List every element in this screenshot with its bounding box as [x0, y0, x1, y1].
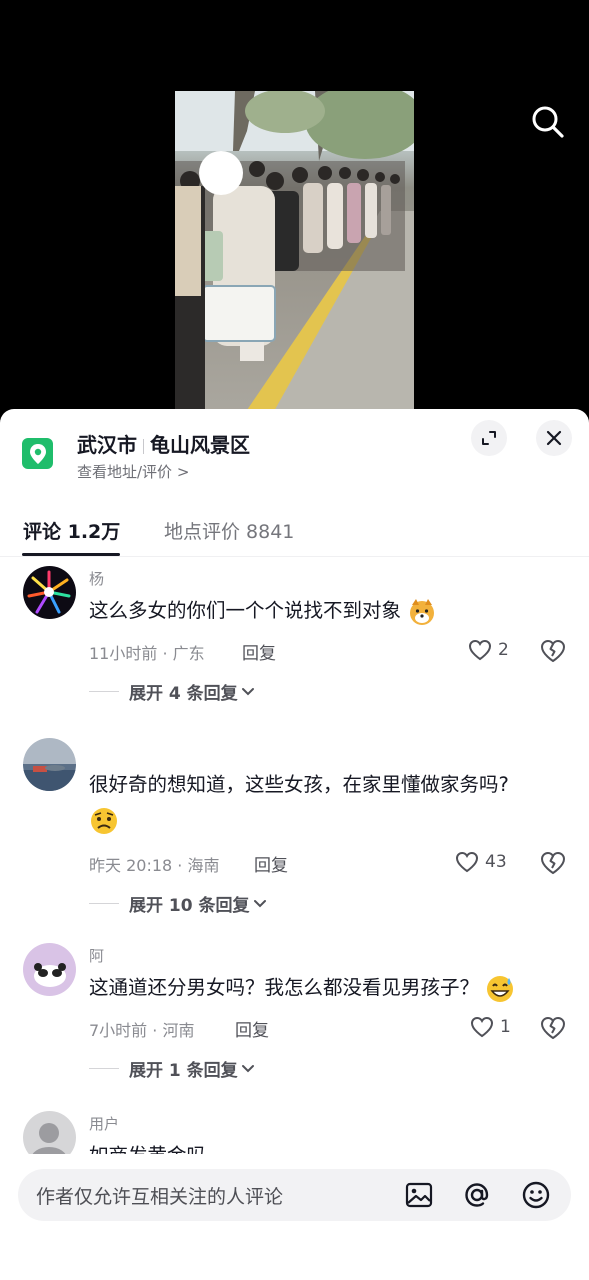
smiley-icon[interactable] — [521, 1180, 551, 1210]
broken-heart-icon[interactable] — [540, 638, 566, 664]
video-thumbnail[interactable] — [175, 91, 414, 413]
comment-text-content: 这么多女的你们一个个说找不到对象 — [89, 599, 402, 622]
avatar[interactable] — [23, 738, 76, 791]
comment-time-location: 7小时前 · 河南 — [89, 1021, 195, 1040]
video-scene-image — [175, 91, 414, 413]
tab-place-reviews[interactable]: 地点评价 8841 — [164, 517, 294, 544]
expand-button[interactable] — [471, 420, 507, 456]
expand-replies-button[interactable]: 展开 10 条回复 — [89, 891, 267, 916]
comment-time-location: 11小时前 · 广东 — [89, 644, 205, 663]
expand-replies-label: 展开 1 条回复 — [129, 1061, 238, 1081]
comment-input-bar[interactable]: 作者仅允许互相关注的人评论 — [18, 1169, 571, 1221]
like-count: 43 — [485, 852, 507, 872]
location-subtitle-link[interactable]: 查看地址/评价 > — [77, 461, 189, 482]
like-button[interactable]: 2 — [468, 639, 509, 661]
comment-text: 这通道还分男女吗？我怎么都没看见男孩子？ — [89, 971, 559, 1005]
broken-heart-icon[interactable] — [540, 850, 566, 876]
tab-bar: 评论 1.2万 地点评价 8841 — [0, 509, 589, 557]
close-icon — [546, 430, 562, 446]
map-pin-icon — [22, 438, 53, 469]
divider — [89, 1068, 119, 1069]
like-count: 1 — [500, 1017, 511, 1037]
divider — [89, 691, 119, 692]
image-icon[interactable] — [404, 1180, 434, 1210]
chevron-down-icon — [241, 1064, 254, 1072]
chevron-down-icon — [253, 899, 266, 907]
heart-icon — [468, 639, 492, 661]
close-button[interactable] — [536, 420, 572, 456]
expand-replies-label: 展开 10 条回复 — [129, 896, 250, 916]
avatar[interactable] — [23, 943, 76, 996]
expand-replies-button[interactable]: 展开 4 条回复 — [89, 679, 255, 704]
location-city: 武汉市 — [77, 433, 137, 457]
video-area[interactable] — [0, 0, 589, 430]
comment-author[interactable]: 杨 — [89, 568, 104, 589]
expand-icon — [482, 431, 496, 445]
comment-text-content: 很好奇的想知道，这些女孩，在家里懂做家务吗? — [89, 773, 509, 796]
like-count: 2 — [498, 640, 509, 660]
heart-icon — [470, 1016, 494, 1038]
comments-sheet: 武汉市 龟山风景区 查看地址/评价 > 评论 1.2万 地点评价 8841 杨 … — [0, 409, 589, 1280]
chevron-down-icon — [241, 687, 254, 695]
comment-input[interactable]: 作者仅允许互相关注的人评论 — [36, 1182, 283, 1209]
search-icon — [532, 106, 564, 138]
location-place: 龟山风景区 — [150, 433, 250, 457]
like-button[interactable]: 1 — [470, 1016, 511, 1038]
reply-button[interactable]: 回复 — [235, 1016, 269, 1041]
title-divider — [143, 439, 144, 454]
reply-button[interactable]: 回复 — [254, 851, 288, 876]
dog-face-emoji-icon — [410, 598, 435, 625]
comment-text: 这么多女的你们一个个说找不到对象 — [89, 594, 559, 628]
location-header[interactable]: 武汉市 龟山风景区 查看地址/评价 > — [0, 409, 589, 499]
grinning-sweat-emoji-icon — [487, 975, 514, 1002]
divider — [89, 903, 119, 904]
worried-face-emoji-icon — [91, 807, 117, 834]
tab-comments[interactable]: 评论 1.2万 — [23, 517, 120, 544]
location-title[interactable]: 武汉市 龟山风景区 — [77, 429, 250, 458]
reply-button[interactable]: 回复 — [242, 639, 276, 664]
comment-author[interactable]: 用户 — [89, 1113, 119, 1134]
heart-icon — [455, 851, 479, 873]
at-icon[interactable] — [462, 1180, 492, 1210]
expand-replies-button[interactable]: 展开 1 条回复 — [89, 1056, 255, 1081]
active-tab-indicator — [22, 553, 120, 556]
comment-text-content: 这通道还分男女吗？我怎么都没看见男孩子？ — [89, 976, 480, 999]
comment-text: 很好奇的想知道，这些女孩，在家里懂做家务吗? — [89, 768, 559, 836]
avatar[interactable] — [23, 566, 76, 619]
search-button[interactable] — [528, 102, 568, 142]
comment-author[interactable]: 阿 — [89, 945, 104, 966]
like-button[interactable]: 43 — [455, 851, 507, 873]
expand-replies-label: 展开 4 条回复 — [129, 684, 238, 704]
comment-time-location: 昨天 20:18 · 海南 — [89, 856, 220, 875]
broken-heart-icon[interactable] — [540, 1015, 566, 1041]
